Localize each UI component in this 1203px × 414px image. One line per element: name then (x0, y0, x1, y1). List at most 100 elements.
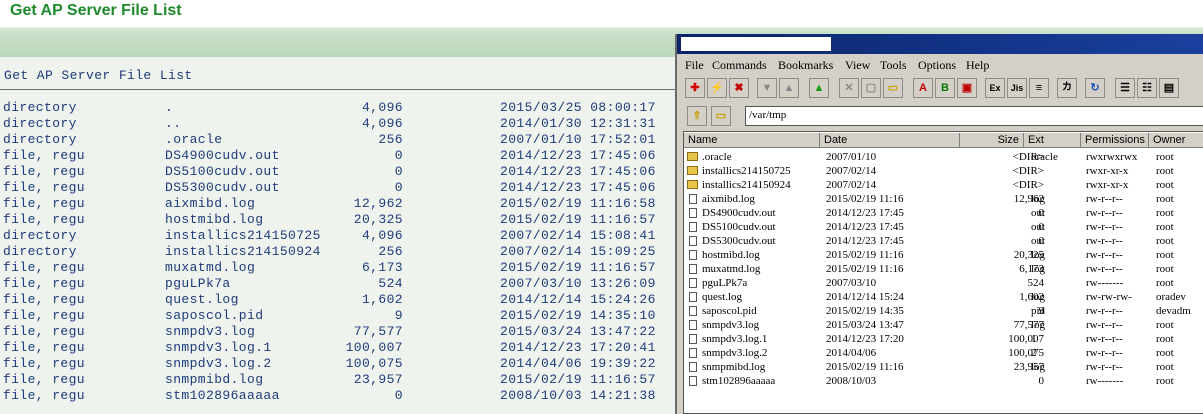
file-icon (689, 306, 697, 316)
list-item[interactable]: DS5300cudv.out 2014/12/23 17:45 0 out rw-r--… (684, 235, 1203, 249)
entry-datetime: 2007/02/14 15:09:25 (500, 244, 656, 259)
parent-folder-icon[interactable]: ⇑ (687, 106, 707, 126)
file-permissions: rwxr-xr-x (1086, 179, 1129, 191)
list-item[interactable]: snmpdv3.log.1 2014/12/23 17:20 100,007 1 rw-… (684, 333, 1203, 347)
file-date: 2014/12/23 17:45 (826, 221, 904, 233)
entry-type: file, regu (3, 356, 86, 371)
list-item[interactable]: snmpmibd.log 2015/02/19 11:16 23,957 log rw-… (684, 361, 1203, 375)
table-row: file, regu DS5300cudv.out 0 2014/12/23 17:4… (0, 180, 680, 196)
column-header-ext[interactable]: Ext (1024, 133, 1081, 148)
kana-icon[interactable]: カ (1057, 78, 1077, 98)
file-owner: root (1156, 221, 1174, 233)
file-name: installics214150924 (702, 179, 791, 191)
menu-bookmarks[interactable]: Bookmarks (778, 58, 833, 73)
exe-kanji-icon[interactable]: Ex (985, 78, 1005, 98)
file-ext: out (1031, 235, 1046, 247)
entry-type: file, regu (3, 292, 86, 307)
file-icon (689, 194, 697, 204)
options-icon[interactable]: ▤ (1159, 78, 1179, 98)
menu-help[interactable]: Help (966, 58, 989, 73)
file-size: <DIR> (1012, 179, 1044, 191)
column-header-date[interactable]: Date (820, 133, 960, 148)
file-icon (689, 250, 697, 260)
list-item[interactable]: installics214150924 2007/02/14 <DIR> rwxr-x… (684, 179, 1203, 193)
file-ext: pid (1031, 305, 1046, 317)
list-item[interactable]: snmpdv3.log 2015/03/24 13:47 77,577 log rw-r… (684, 319, 1203, 333)
entry-size: 6,173 (361, 260, 403, 275)
entry-type: file, regu (3, 340, 86, 355)
arrow-up-icon[interactable]: ▲ (779, 78, 799, 98)
menu-options[interactable]: Options (918, 58, 956, 73)
entry-type: file, regu (3, 324, 86, 339)
table-row: file, regu snmpdv3.log.2 100,075 2014/04/06… (0, 356, 680, 372)
window-title-area (681, 37, 831, 51)
file-name: snmpdv3.log (702, 319, 760, 331)
file-ext: 1 (1031, 333, 1037, 345)
path-input[interactable]: /var/tmp (745, 106, 1203, 126)
list-item[interactable]: aixmibd.log 2015/02/19 11:16 12,962 log rw-r… (684, 193, 1203, 207)
properties-icon[interactable]: ▢ (861, 78, 881, 98)
column-header-owner[interactable]: Owner (1149, 133, 1203, 148)
entry-name: installics214150725 (165, 228, 321, 243)
entry-name: .oracle (165, 132, 223, 147)
connect-icon[interactable]: ✚ (685, 78, 705, 98)
table-row: file, regu DS5100cudv.out 0 2014/12/23 17:4… (0, 164, 680, 180)
menu-file[interactable]: File (685, 58, 704, 73)
table-row: file, regu muxatmd.log 6,173 2015/02/19 11:… (0, 260, 680, 276)
refresh-icon[interactable]: ↻ (1085, 78, 1105, 98)
ascii-mode-icon[interactable]: A (913, 78, 933, 98)
table-row: file, regu aixmibd.log 12,962 2015/02/19 11… (0, 196, 680, 212)
file-name: hostmibd.log (702, 249, 760, 261)
column-header-permissions[interactable]: Permissions (1081, 133, 1149, 148)
arrow-down-icon[interactable]: ▼ (757, 78, 777, 98)
list-item[interactable]: pguLPk7a 2007/03/10 524 rw------- root (684, 277, 1203, 291)
menu-view[interactable]: View (845, 58, 870, 73)
auto-mode-icon[interactable]: ▣ (957, 78, 977, 98)
entry-size: 0 (394, 148, 403, 163)
entry-type: file, regu (3, 308, 86, 323)
page-title: Get AP Server File List (10, 2, 182, 19)
entry-datetime: 2007/02/14 15:08:41 (500, 228, 656, 243)
file-date: 2015/02/19 11:16 (826, 193, 904, 205)
column-header-name[interactable]: Name (684, 133, 820, 148)
list-item[interactable]: saposcol.pid 2015/02/19 14:35 9 pid rw-r--r-… (684, 305, 1203, 319)
no-convert-icon[interactable]: ≡ (1029, 78, 1049, 98)
file-permissions: rw-r--r-- (1086, 319, 1123, 331)
details-view-icon[interactable]: ☷ (1137, 78, 1157, 98)
window-titlebar[interactable] (677, 34, 1203, 54)
list-item[interactable]: snmpdv3.log.2 2014/04/06 100,075 2 rw-r--r--… (684, 347, 1203, 361)
file-permissions: rw------- (1086, 277, 1124, 289)
open-folder-icon[interactable]: ▭ (711, 106, 731, 126)
table-row: directory .oracle 256 2007/01/10 17:52:01 (0, 132, 680, 148)
list-item[interactable]: DS5100cudv.out 2014/12/23 17:45 0 out rw-r--… (684, 221, 1203, 235)
menu-tools[interactable]: Tools (880, 58, 907, 73)
list-item[interactable]: muxatmd.log 2015/02/19 11:16 6,173 log rw-r-… (684, 263, 1203, 277)
list-heading: Get AP Server File List (4, 68, 193, 83)
list-item[interactable]: quest.log 2014/12/14 15:24 1,602 log rw-rw-r… (684, 291, 1203, 305)
new-folder-icon[interactable]: ▭ (883, 78, 903, 98)
lightning-icon[interactable]: ⚡ (707, 78, 727, 98)
entry-type: file, regu (3, 388, 86, 403)
file-permissions: rw-rw-rw- (1086, 291, 1132, 303)
jis-kanji-icon[interactable]: Jis (1007, 78, 1027, 98)
list-view-icon[interactable]: ☰ (1115, 78, 1135, 98)
file-permissions: rw-r--r-- (1086, 235, 1123, 247)
column-header-size[interactable]: Size (960, 133, 1024, 148)
entry-datetime: 2014/12/23 17:45:06 (500, 164, 656, 179)
file-icon (689, 208, 697, 218)
delete-icon[interactable]: ✕ (839, 78, 859, 98)
list-item[interactable]: DS4900cudv.out 2014/12/23 17:45 0 out rw-r--… (684, 207, 1203, 221)
list-item[interactable]: installics214150725 2007/02/14 <DIR> rwxr-x… (684, 165, 1203, 179)
file-ext: log (1031, 263, 1046, 275)
table-row: file, regu DS4900cudv.out 0 2014/12/23 17:4… (0, 148, 680, 164)
file-date: 2008/10/03 (826, 375, 877, 387)
file-permissions: rw-r--r-- (1086, 207, 1123, 219)
list-item[interactable]: stm102896aaaaa 2008/10/03 0 rw------- root (684, 375, 1203, 389)
list-item[interactable]: hostmibd.log 2015/02/19 11:16 20,325 log rw-… (684, 249, 1203, 263)
binary-mode-icon[interactable]: B (935, 78, 955, 98)
folder-icon (687, 180, 698, 189)
up-directory-icon[interactable]: ▲ (809, 78, 829, 98)
menu-commands[interactable]: Commands (712, 58, 767, 73)
disconnect-icon[interactable]: ✖ (729, 78, 749, 98)
list-item[interactable]: .oracle 2007/01/10 <DIR> oracle rwxrwxrwx roo… (684, 151, 1203, 165)
